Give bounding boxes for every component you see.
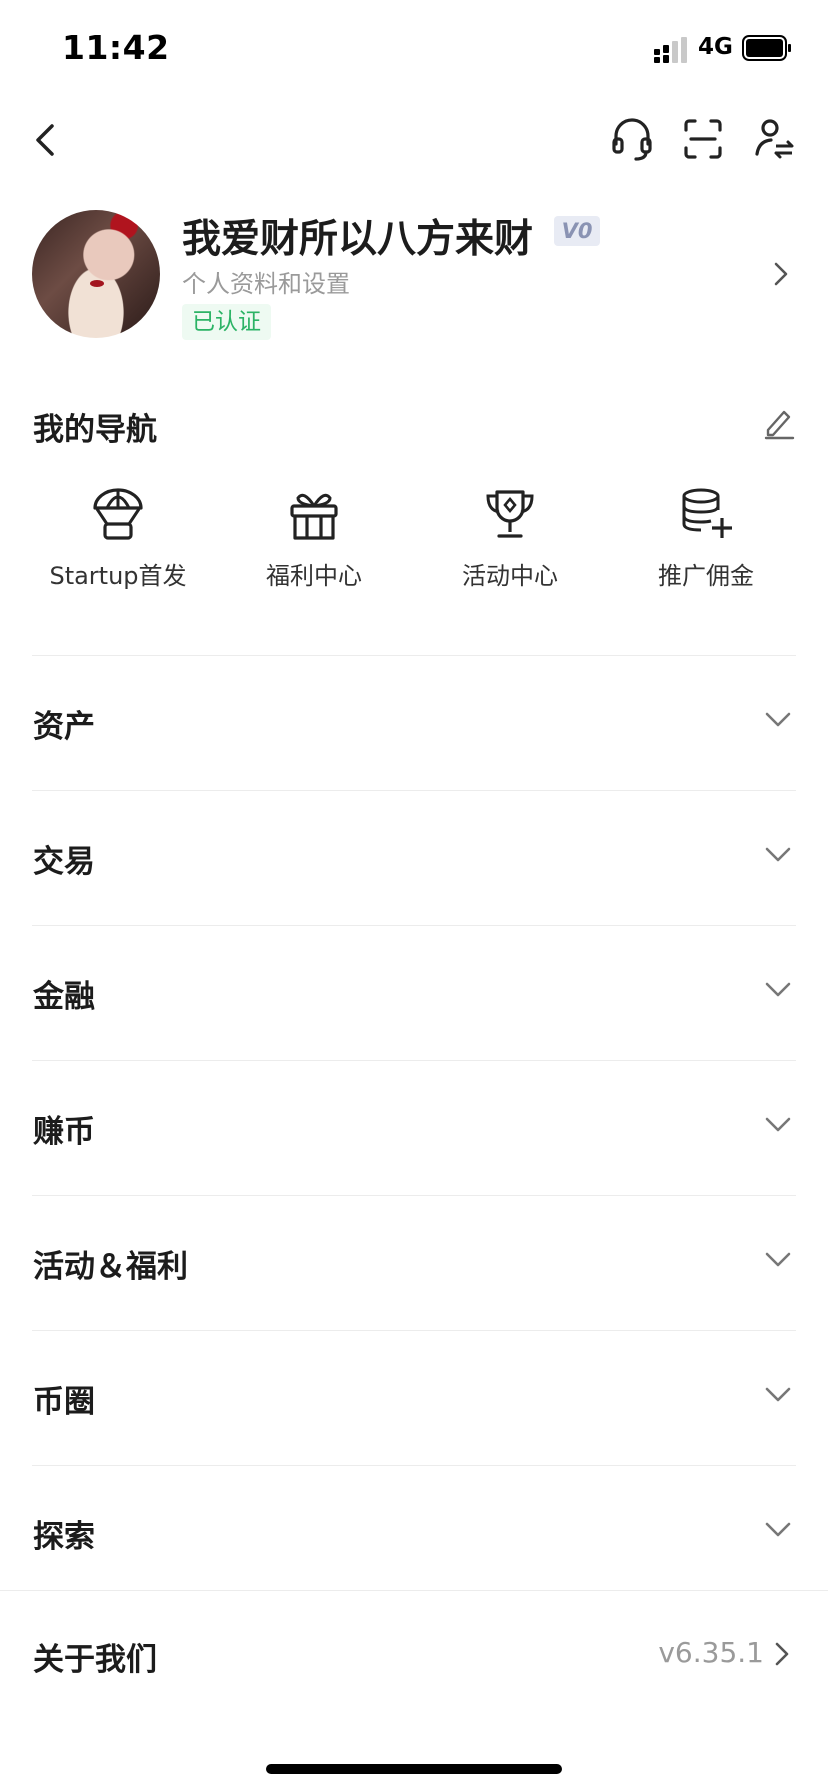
chevron-right-icon[interactable] bbox=[770, 260, 792, 288]
edit-icon[interactable] bbox=[762, 404, 796, 440]
home-indicator[interactable] bbox=[266, 1764, 562, 1774]
nav-item-welfare[interactable]: 福利中心 bbox=[224, 486, 404, 590]
nav-item-label: 活动中心 bbox=[462, 562, 558, 590]
battery-icon bbox=[742, 35, 791, 61]
signal-icon bbox=[654, 37, 687, 63]
profile-settings-link[interactable]: 个人资料和设置 bbox=[182, 264, 350, 299]
section-events-rewards[interactable]: 活动＆福利 bbox=[0, 1195, 828, 1329]
verified-badge: 已认证 bbox=[182, 304, 271, 340]
chevron-down-icon bbox=[765, 847, 791, 862]
status-bar: 11:42 4G bbox=[0, 0, 828, 98]
section-label: 赚币 bbox=[33, 1114, 95, 1150]
nav-item-referral[interactable]: 推广佣金 bbox=[616, 486, 796, 590]
chevron-right-icon bbox=[775, 1642, 789, 1666]
section-assets[interactable]: 资产 bbox=[0, 655, 828, 789]
section-label: 交易 bbox=[33, 844, 95, 880]
nav-item-startup[interactable]: Startup首发 bbox=[28, 486, 208, 590]
chevron-down-icon bbox=[765, 712, 791, 727]
parachute-icon bbox=[93, 488, 143, 540]
nav-item-label: 推广佣金 bbox=[658, 562, 754, 590]
chevron-down-icon bbox=[765, 1252, 791, 1267]
chevron-down-icon bbox=[765, 982, 791, 997]
app-version: v6.35.1 bbox=[658, 1636, 764, 1669]
section-label: 资产 bbox=[33, 709, 95, 745]
avatar[interactable] bbox=[32, 210, 160, 338]
coins-plus-icon bbox=[682, 488, 732, 538]
my-navigation-title: 我的导航 bbox=[33, 412, 157, 448]
nav-item-label: 福利中心 bbox=[266, 562, 362, 590]
vip-level-badge[interactable]: V0 bbox=[554, 216, 600, 246]
profile-card[interactable]: 我爱财所以八方来财 V0 个人资料和设置 已认证 bbox=[0, 204, 828, 354]
about-us-row[interactable]: 关于我们 v6.35.1 bbox=[0, 1590, 828, 1724]
section-label: 活动＆福利 bbox=[33, 1249, 188, 1285]
network-type: 4G bbox=[698, 34, 733, 60]
status-time: 11:42 bbox=[62, 28, 170, 67]
nav-item-activity[interactable]: 活动中心 bbox=[420, 486, 600, 590]
nav-item-label: Startup首发 bbox=[49, 562, 187, 590]
scan-icon[interactable] bbox=[680, 114, 726, 164]
section-explore[interactable]: 探索 bbox=[0, 1465, 828, 1599]
section-trade[interactable]: 交易 bbox=[0, 790, 828, 924]
about-us-label: 关于我们 bbox=[33, 1642, 157, 1678]
gift-icon bbox=[290, 493, 338, 540]
back-icon[interactable] bbox=[26, 118, 66, 162]
section-label: 金融 bbox=[33, 979, 95, 1015]
section-finance[interactable]: 金融 bbox=[0, 925, 828, 1059]
username: 我爱财所以八方来财 bbox=[182, 217, 534, 262]
section-crypto-circle[interactable]: 币圈 bbox=[0, 1330, 828, 1464]
section-label: 探索 bbox=[33, 1519, 95, 1555]
headset-icon[interactable] bbox=[609, 114, 655, 164]
section-earn[interactable]: 赚币 bbox=[0, 1060, 828, 1194]
chevron-down-icon bbox=[765, 1387, 791, 1402]
chevron-down-icon bbox=[765, 1522, 791, 1537]
section-label: 币圈 bbox=[33, 1384, 95, 1420]
chevron-down-icon bbox=[765, 1117, 791, 1132]
my-navigation-grid: Startup首发 福利中心 活动中心 推广佣金 bbox=[0, 486, 828, 590]
switch-account-icon[interactable] bbox=[752, 114, 798, 164]
trophy-icon bbox=[486, 490, 534, 538]
